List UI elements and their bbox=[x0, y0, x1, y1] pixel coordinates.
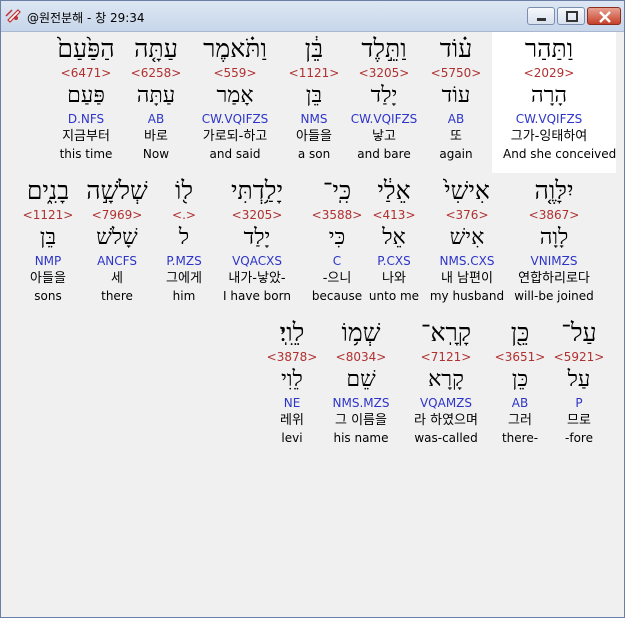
word-strong-number: <559> bbox=[213, 66, 257, 80]
word-english: and said bbox=[209, 147, 261, 161]
word-hebrew: בָנִ֑ים bbox=[26, 176, 70, 205]
word-korean: 아들을 bbox=[30, 271, 66, 286]
word-column[interactable]: כִּֽי־ <3588> כִּי C -으니 because bbox=[291, 176, 383, 304]
word-parsing: NMS bbox=[300, 112, 328, 126]
word-lemma: בֵּן bbox=[39, 225, 57, 250]
word-column[interactable]: בָנִ֑ים <1121> בֵּן NMP 아들을 sons bbox=[2, 176, 94, 304]
word-strong-number: <3878> bbox=[266, 350, 318, 364]
word-parsing: NE bbox=[283, 396, 301, 410]
word-english: because bbox=[311, 289, 363, 303]
word-parsing: VNIMZS bbox=[530, 254, 578, 268]
word-english: levi bbox=[281, 431, 303, 445]
maximize-button[interactable] bbox=[557, 7, 585, 25]
interlinear-panel: וַתַּהַר <2029> הָרָה CW.VQIFZS 그가-잉태하여 And s… bbox=[6, 32, 619, 613]
word-parsing: CW.VQIFZS bbox=[201, 112, 269, 126]
word-hebrew: כִּֽי־ bbox=[322, 176, 352, 205]
close-icon bbox=[599, 11, 611, 23]
word-parsing: CW.VQIFZS bbox=[515, 112, 583, 126]
maximize-icon bbox=[566, 11, 578, 22]
word-lemma: הָרָה bbox=[530, 83, 568, 108]
word-lemma: לָוָה bbox=[539, 225, 569, 250]
word-korean: 아들을 bbox=[296, 129, 332, 144]
word-korean: 가로되-하고 bbox=[202, 129, 268, 144]
window-title: @원전분해 - 창 29:34 bbox=[27, 11, 145, 25]
word-english: was-called bbox=[414, 431, 478, 445]
word-lemma: בֵּן bbox=[305, 83, 323, 108]
word-strong-number: <3588> bbox=[311, 208, 363, 222]
word-english: And she conceived bbox=[503, 147, 617, 161]
word-strong-number: <7121> bbox=[420, 350, 472, 364]
word-korean: 연합하리로다 bbox=[518, 271, 590, 286]
app-icon bbox=[5, 9, 21, 23]
word-hebrew: בֵּ֔ן bbox=[304, 34, 324, 63]
word-hebrew: קָרָֽא־ bbox=[420, 318, 472, 347]
word-column[interactable]: לֵוִֽי׃ <3878> לֵוִי NE 레위 levi bbox=[246, 318, 338, 446]
word-strong-number: <2029> bbox=[523, 66, 575, 80]
word-strong-number: <1121> bbox=[22, 208, 74, 222]
word-column[interactable]: וַתֹּ֗אמֶר <559> אָמַר CW.VQIFZS 가로되-하고 and s… bbox=[189, 34, 281, 162]
minimize-button[interactable] bbox=[527, 7, 555, 25]
word-hebrew: וַתֹּ֗אמֶר bbox=[203, 34, 267, 63]
word-column[interactable]: הַפַּ֙עַם֙ <6471> פַּעַם D.NFS 지금부터 this time bbox=[40, 34, 132, 162]
word-korean: 지금부터 bbox=[62, 129, 110, 144]
word-english: a son bbox=[297, 147, 331, 161]
word-hebrew: וַתַּהַר bbox=[524, 34, 574, 63]
word-column[interactable]: קָרָֽא־ <7121> קָרָא VQAMZS 라 하였으며 was-called bbox=[400, 318, 492, 446]
word-strong-number: <3867> bbox=[528, 208, 580, 222]
app-window: @원전분해 - 창 29:34 וַתַּהַר <2029> הָרָה CW.VQ… bbox=[0, 0, 625, 618]
word-parsing: NMP bbox=[34, 254, 62, 268]
word-strong-number: <6471> bbox=[60, 66, 112, 80]
word-lemma: פַּעַם bbox=[67, 83, 105, 108]
word-english: this time bbox=[59, 147, 113, 161]
minimize-icon bbox=[537, 18, 546, 21]
word-hebrew: יִלָּוֶ֤ה bbox=[534, 176, 574, 205]
title-bar[interactable]: @원전분해 - 창 29:34 bbox=[1, 1, 624, 32]
word-lemma: אָמַר bbox=[216, 83, 254, 108]
word-korean: 라 하였으며 bbox=[414, 413, 478, 428]
word-lemma: קָרָא bbox=[428, 367, 464, 392]
word-korean: 레위 bbox=[280, 413, 304, 428]
word-hebrew: לֵוִֽי׃ bbox=[279, 318, 305, 347]
word-parsing: D.NFS bbox=[67, 112, 105, 126]
word-parsing: VQAMZS bbox=[419, 396, 473, 410]
word-column[interactable]: יִלָּוֶ֤ה <3867> לָוָה VNIMZS 연합하리로다 will-be … bbox=[508, 176, 600, 304]
word-lemma: לֵוִי bbox=[281, 367, 303, 392]
word-strong-number: <1121> bbox=[288, 66, 340, 80]
word-korean: 그가-잉태하여 bbox=[510, 129, 588, 144]
word-column[interactable]: בֵּ֔ן <1121> בֵּן NMS 아들을 a son bbox=[268, 34, 360, 162]
word-hebrew: הַפַּ֙עַם֙ bbox=[57, 34, 115, 63]
word-english: will-be joined bbox=[514, 289, 594, 303]
close-button[interactable] bbox=[587, 7, 621, 25]
word-lemma: כִּי bbox=[328, 225, 346, 250]
word-parsing: C bbox=[332, 254, 342, 268]
word-english: sons bbox=[34, 289, 62, 303]
word-korean: -으니 bbox=[322, 271, 352, 286]
word-column[interactable]: וַתַּהַר <2029> הָרָה CW.VQIFZS 그가-잉태하여 And s… bbox=[503, 34, 617, 162]
